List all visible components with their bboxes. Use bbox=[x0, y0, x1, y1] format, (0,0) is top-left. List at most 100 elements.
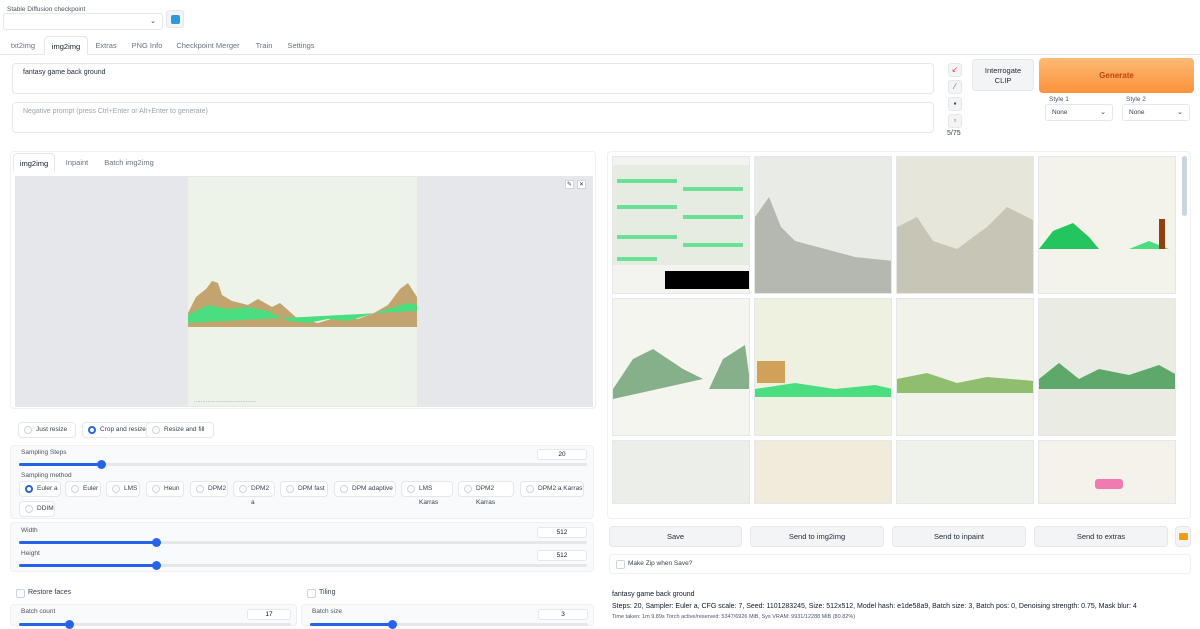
generate-button[interactable]: Generate bbox=[1039, 58, 1194, 93]
interrogate-clip-button[interactable]: Interrogate CLIP bbox=[972, 59, 1034, 91]
radio-dot bbox=[152, 426, 160, 434]
make-zip-checkbox[interactable] bbox=[616, 560, 625, 569]
logo-image bbox=[1095, 479, 1123, 489]
generate-label: Generate bbox=[1099, 71, 1134, 80]
width-slider[interactable] bbox=[19, 538, 587, 547]
slider-knob[interactable] bbox=[388, 620, 397, 629]
tab-train[interactable]: Train bbox=[249, 36, 279, 55]
gallery-thumb[interactable] bbox=[896, 156, 1034, 294]
tab-inpaint[interactable]: Inpaint bbox=[61, 153, 93, 172]
slider-knob[interactable] bbox=[152, 561, 161, 570]
island-image bbox=[755, 361, 891, 397]
sampling-steps-input[interactable]: 20 bbox=[537, 449, 587, 460]
landscape-image: ····································· bbox=[188, 281, 417, 405]
sampler-dpm-adaptive[interactable]: DPM adaptive bbox=[334, 481, 396, 497]
checkpoint-select[interactable]: ⌄ bbox=[3, 13, 163, 30]
height-label: Height bbox=[21, 550, 40, 557]
radio-dot bbox=[196, 485, 204, 493]
sampler-dpm-fast[interactable]: DPM fast bbox=[280, 481, 328, 497]
tab-txt2img[interactable]: txt2img bbox=[5, 36, 41, 55]
radio-resize-and-fill[interactable]: Resize and fill bbox=[146, 422, 214, 438]
sampler-euler[interactable]: Euler bbox=[65, 481, 101, 497]
close-image-icon[interactable]: ✕ bbox=[577, 180, 586, 189]
tab-batch-img2img[interactable]: Batch img2img bbox=[101, 153, 157, 172]
radio-dot bbox=[340, 485, 348, 493]
send-to-inpaint-button[interactable]: Send to inpaint bbox=[892, 526, 1026, 547]
style2-select[interactable]: None ⌄ bbox=[1122, 104, 1190, 121]
mountain-image bbox=[897, 207, 1033, 293]
slider-knob[interactable] bbox=[97, 460, 106, 469]
clear-prompt-icon[interactable]: ⁄ bbox=[948, 80, 962, 94]
gallery-thumb[interactable] bbox=[1038, 440, 1176, 504]
gallery-thumb[interactable] bbox=[754, 440, 892, 504]
tab-img2img-input[interactable]: img2img bbox=[13, 153, 55, 172]
sampler-dpm2-a[interactable]: DPM2 a bbox=[233, 481, 275, 506]
chevron-down-icon: ⌄ bbox=[1100, 109, 1106, 116]
radio-dot bbox=[407, 485, 415, 493]
slider-knob[interactable] bbox=[152, 538, 161, 547]
save-style-icon[interactable]: ▪ bbox=[948, 97, 962, 111]
radio-crop-and-resize[interactable]: Crop and resize bbox=[82, 422, 150, 438]
folder-icon bbox=[1178, 533, 1188, 540]
negative-prompt-input[interactable]: Negative prompt (press Ctrl+Enter or Alt… bbox=[12, 102, 934, 133]
style2-label: Style 2 bbox=[1126, 96, 1146, 103]
tab-img2img[interactable]: img2img bbox=[44, 36, 88, 55]
island-image bbox=[897, 373, 1033, 393]
tiling-checkbox[interactable] bbox=[307, 589, 316, 598]
refresh-checkpoint-button[interactable] bbox=[166, 10, 184, 28]
sampler-dpm2[interactable]: DPM2 bbox=[190, 481, 228, 497]
width-input[interactable]: 512 bbox=[537, 527, 587, 538]
radio-label: DPM2 bbox=[208, 485, 227, 492]
token-counter: 5/75 bbox=[947, 130, 961, 137]
gallery-scrollbar[interactable] bbox=[1182, 156, 1187, 216]
radio-just-resize[interactable]: Just resize bbox=[18, 422, 76, 438]
gallery-thumb[interactable] bbox=[1038, 156, 1176, 294]
slider-fill bbox=[19, 463, 101, 466]
edit-image-icon[interactable]: ✎ bbox=[565, 180, 574, 189]
gallery-thumb[interactable] bbox=[612, 440, 750, 504]
open-folder-button[interactable] bbox=[1175, 526, 1191, 547]
height-input[interactable]: 512 bbox=[537, 550, 587, 561]
tab-extras[interactable]: Extras bbox=[90, 36, 122, 55]
sampler-euler-a[interactable]: Euler a bbox=[19, 481, 61, 497]
sampler-heun[interactable]: Heun bbox=[146, 481, 184, 497]
batch-count-input[interactable]: 17 bbox=[247, 609, 291, 620]
save-button[interactable]: Save bbox=[609, 526, 742, 547]
style1-select[interactable]: None ⌄ bbox=[1045, 104, 1113, 121]
source-image: ····································· bbox=[188, 177, 417, 406]
tab-checkpoint-merger[interactable]: Checkpoint Merger bbox=[172, 36, 244, 55]
sampler-lms-karras[interactable]: LMS Karras bbox=[401, 481, 453, 506]
gallery-thumb[interactable] bbox=[754, 156, 892, 294]
tab-png-info[interactable]: PNG Info bbox=[127, 36, 167, 55]
height-slider[interactable] bbox=[19, 561, 587, 570]
sampler-ddim[interactable]: DDIM bbox=[19, 501, 55, 517]
radio-label: DPM2 a Karras bbox=[538, 485, 583, 492]
apply-style-icon[interactable]: ▫ bbox=[948, 114, 962, 128]
tab-settings[interactable]: Settings bbox=[283, 36, 319, 55]
batch-size-input[interactable]: 3 bbox=[538, 609, 588, 620]
image-canvas[interactable]: ····································· ✎ … bbox=[15, 176, 593, 407]
checkpoint-block: Stable Diffusion checkpoint ⌄ bbox=[3, 3, 163, 30]
make-zip-label: Make Zip when Save? bbox=[628, 560, 693, 567]
send-to-extras-button[interactable]: Send to extras bbox=[1034, 526, 1168, 547]
gallery-thumb[interactable] bbox=[754, 298, 892, 436]
sampler-lms[interactable]: LMS bbox=[106, 481, 140, 497]
slider-knob[interactable] bbox=[65, 620, 74, 629]
resize-mode-panel: Just resize Crop and resize Resize and f… bbox=[10, 415, 594, 443]
sampler-dpm2-a-karras[interactable]: DPM2 a Karras bbox=[520, 481, 584, 497]
style1-value: None bbox=[1052, 109, 1068, 116]
gallery-thumb[interactable] bbox=[1038, 298, 1176, 436]
send-to-img2img-button[interactable]: Send to img2img bbox=[750, 526, 884, 547]
mountain-image bbox=[755, 197, 891, 293]
sampler-dpm2-karras[interactable]: DPM2 Karras bbox=[458, 481, 514, 506]
radio-label: Heun bbox=[164, 485, 180, 492]
gallery-thumb[interactable] bbox=[896, 298, 1034, 436]
restore-faces-checkbox[interactable] bbox=[16, 589, 25, 598]
gallery-thumb[interactable] bbox=[896, 440, 1034, 504]
sampling-steps-slider[interactable] bbox=[19, 460, 587, 469]
gallery-thumb[interactable] bbox=[612, 156, 750, 294]
gallery-thumb[interactable] bbox=[612, 298, 750, 436]
prompt-input[interactable]: fantasy game back ground bbox=[12, 63, 934, 94]
paste-prompt-icon[interactable]: ↙ bbox=[948, 63, 962, 77]
radio-dot bbox=[152, 485, 160, 493]
